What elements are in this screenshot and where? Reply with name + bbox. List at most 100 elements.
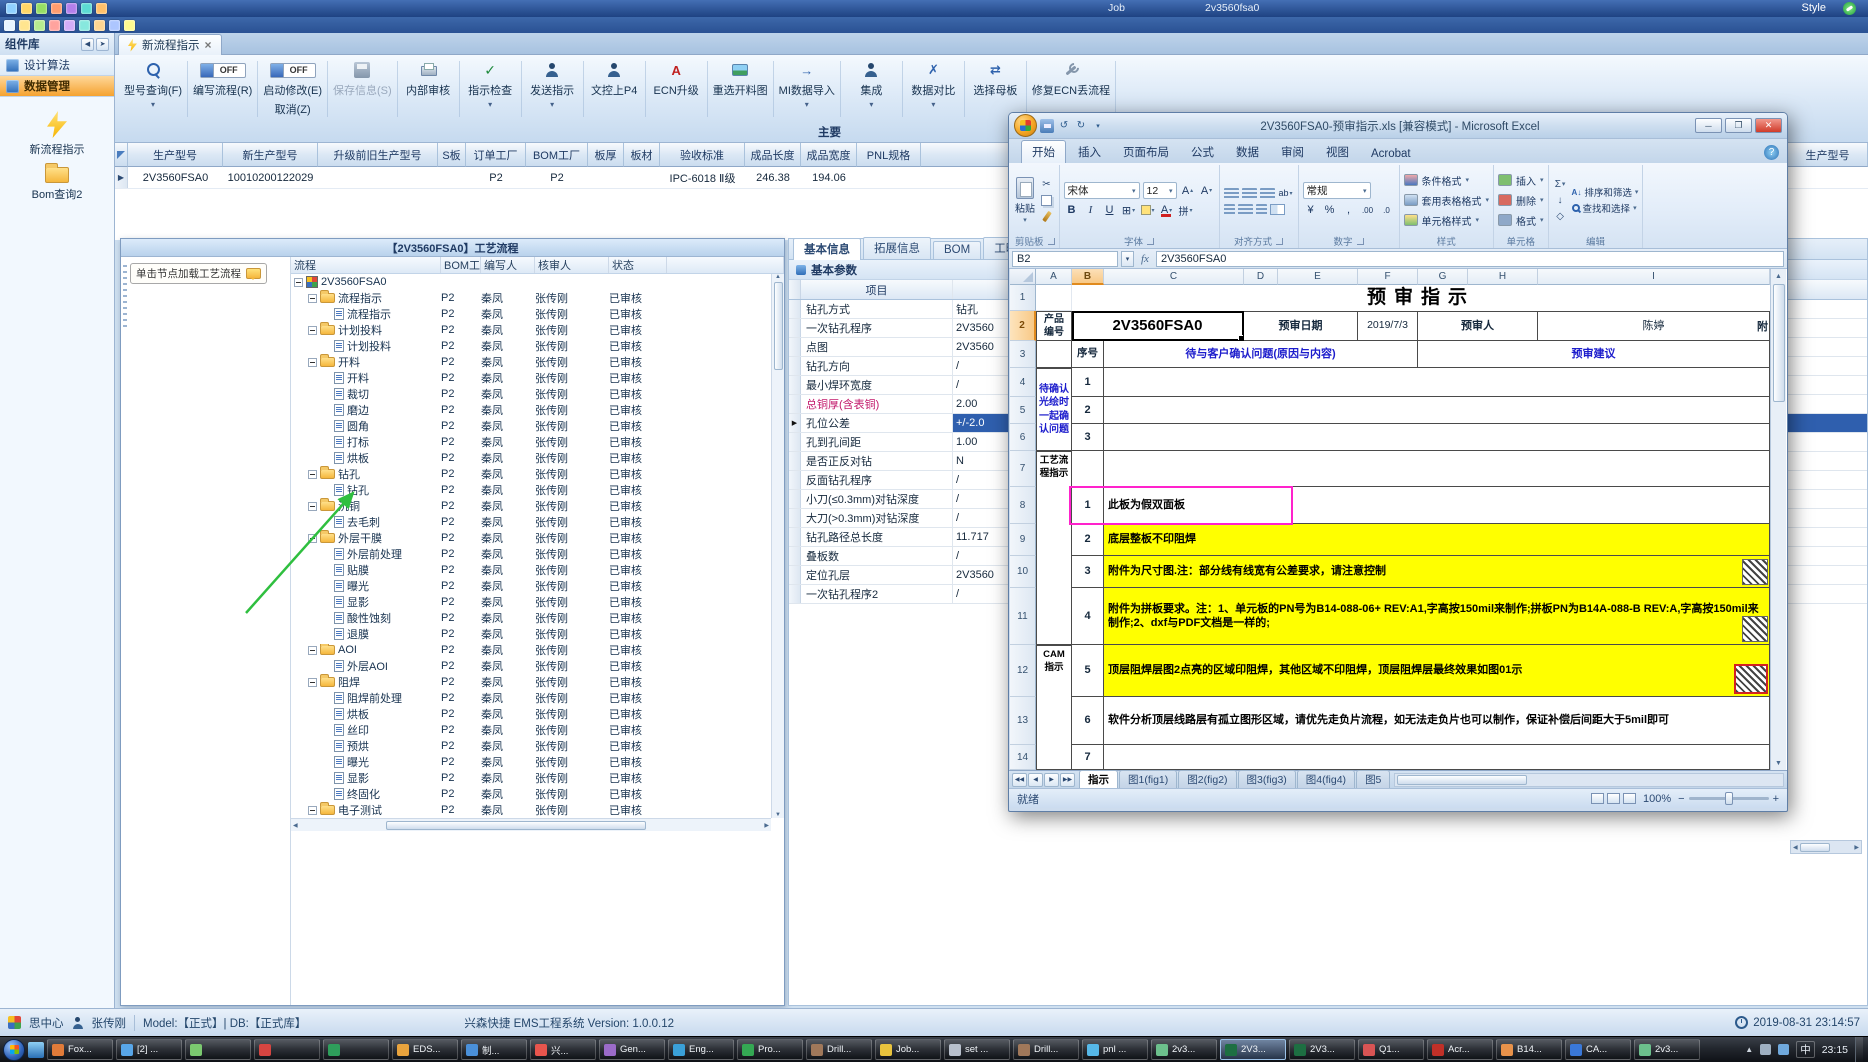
sidebar-section-1[interactable]: 设计算法 [0, 55, 114, 76]
sheet-cell[interactable] [1036, 285, 1072, 311]
grid-column-10[interactable]: 成品长度 [745, 143, 801, 167]
app-icon-6[interactable] [81, 3, 92, 14]
copy-icon[interactable] [1039, 193, 1054, 207]
taskbar-item-14[interactable]: set ... [944, 1039, 1010, 1060]
process-tree-row[interactable]: 显影 P2 秦凤 张传刚 已审核 [291, 594, 771, 610]
process-tree-row[interactable]: 沉铜 P2 秦凤 张传刚 已审核 [291, 498, 771, 514]
sheet-cell[interactable] [1104, 368, 1770, 397]
tray-expand-icon[interactable]: ▲ [1745, 1045, 1753, 1054]
taskbar-item-22[interactable]: B14... [1496, 1039, 1562, 1060]
tool-icon-8[interactable] [109, 19, 120, 31]
taskbar-item-7[interactable]: 制... [461, 1039, 527, 1060]
dialog-launcher-icon[interactable] [1356, 237, 1364, 245]
process-tree-row[interactable]: 预烘 P2 秦凤 张传刚 已审核 [291, 738, 771, 754]
scrollbar-thumb[interactable] [773, 282, 783, 370]
sheet-horizontal-scrollbar[interactable] [1394, 772, 1784, 787]
detail-tab-2[interactable]: 拓展信息 [863, 237, 931, 259]
grid-column-2[interactable]: 新生产型号 [223, 143, 318, 167]
sheet-tab-6[interactable]: 图5 [1356, 770, 1391, 789]
merge-center-icon[interactable] [1269, 204, 1285, 215]
row-header-12[interactable]: 12 [1010, 645, 1036, 697]
process-tree-row[interactable]: 2V3560FSA0 [291, 274, 771, 290]
cell-button-2[interactable]: 删除 ▾ [1498, 192, 1544, 209]
process-tree-row[interactable]: 磨边 P2 秦凤 张传刚 已审核 [291, 402, 771, 418]
dialog-launcher-icon[interactable] [1047, 237, 1055, 245]
process-tree-row[interactable]: 曝光 P2 秦凤 张传刚 已审核 [291, 578, 771, 594]
taskbar-item-9[interactable]: Gen... [599, 1039, 665, 1060]
detail-tab-3[interactable]: BOM [933, 241, 982, 259]
collapse-toggle-icon[interactable] [294, 277, 303, 287]
tool-icon-4[interactable] [49, 19, 60, 31]
bold-button[interactable]: B [1064, 202, 1080, 218]
scrollbar-thumb[interactable] [1799, 842, 1830, 852]
taskbar-item-19[interactable]: 2V3... [1289, 1039, 1355, 1060]
ribbon-tab-1[interactable]: 开始 [1021, 140, 1066, 163]
fx-icon[interactable]: fx [1137, 253, 1153, 265]
process-tree-row[interactable]: 烘板 P2 秦凤 张传刚 已审核 [291, 450, 771, 466]
find-select-button[interactable]: 查找和选择 ▾ [1571, 201, 1639, 215]
toolbar-button-5[interactable]: 内部审核 [398, 61, 460, 117]
toolbar-button-10[interactable]: 重选开料图 [708, 61, 774, 117]
sheet-cell[interactable] [1104, 424, 1770, 451]
instruction-text[interactable]: 此板为假双面板 [1104, 487, 1770, 524]
toolbar-button-1[interactable]: 型号查询(F) ▾ [119, 61, 189, 117]
taskbar-item-8[interactable]: 兴... [530, 1039, 596, 1060]
align-center-icon[interactable] [1237, 204, 1253, 215]
prev-sheet-icon[interactable]: ◀ [1028, 772, 1043, 787]
sheet-cell[interactable] [1104, 397, 1770, 424]
instruction-number[interactable]: 4 [1072, 588, 1104, 645]
row-header-3[interactable]: 3 [1010, 341, 1036, 368]
process-tree-row[interactable]: 开料 P2 秦凤 张传刚 已审核 [291, 370, 771, 386]
process-tree-row[interactable]: 显影 P2 秦凤 张传刚 已审核 [291, 770, 771, 786]
row-header-4[interactable]: 4 [1010, 368, 1036, 397]
restore-button[interactable]: ❐ [1725, 118, 1752, 133]
tool-icon-9[interactable] [124, 19, 135, 31]
instruction-text[interactable]: 附件为尺寸图.注：部分线有线宽有公差要求，请注意控制 [1104, 556, 1770, 588]
instruction-text[interactable]: 附件为拼板要求。注：1、单元板的PN号为B14-088-06+ REV:A1,字… [1104, 588, 1770, 645]
scroll-up-icon[interactable]: ▲ [1775, 269, 1782, 283]
process-tree-row[interactable]: 阻焊 P2 秦凤 张传刚 已审核 [291, 674, 771, 690]
instruction-text[interactable]: 顶层阻焊层图2点亮的区域印阻焊，其他区域不印阻焊，顶层阻焊层最终效果如图01示 [1104, 645, 1770, 697]
process-tree-row[interactable]: 外层干膜 P2 秦凤 张传刚 已审核 [291, 530, 771, 546]
instruction-number[interactable]: 1 [1072, 487, 1104, 524]
taskbar-item-3[interactable] [185, 1039, 251, 1060]
app-icon-7[interactable] [96, 3, 107, 14]
office-button[interactable] [1014, 114, 1037, 137]
name-box[interactable]: B2 [1012, 250, 1118, 267]
qat-dropdown-icon[interactable]: ▾ [1091, 119, 1105, 133]
scrollbar-thumb[interactable] [1397, 774, 1528, 785]
taskbar-item-2[interactable]: [2] ... [116, 1039, 182, 1060]
save-icon[interactable] [1040, 118, 1054, 133]
grid-column-7[interactable]: 板厚 [588, 143, 624, 167]
column-header-I[interactable]: I [1538, 269, 1770, 285]
process-tree-row[interactable]: 烘板 P2 秦凤 张传刚 已审核 [291, 706, 771, 722]
font-size-select[interactable]: 12 ▾ [1142, 182, 1177, 199]
orientation-icon[interactable]: ab ▾ [1278, 185, 1294, 201]
process-tree-row[interactable]: 计划投料 P2 秦凤 张传刚 已审核 [291, 338, 771, 354]
fill-icon[interactable]: ↓ [1553, 193, 1568, 207]
style-button-2[interactable]: 套用表格格式 ▾ [1403, 192, 1489, 209]
undo-icon[interactable]: ↺ [1057, 119, 1071, 133]
sheet-vertical-scrollbar[interactable]: ▲ ▼ [1770, 269, 1786, 770]
help-icon[interactable]: ? [1764, 145, 1779, 160]
tree-column-1[interactable]: 流程 [291, 257, 441, 273]
collapse-toggle-icon[interactable] [308, 677, 317, 687]
grid-column-far-right[interactable]: 生产型号 [1788, 143, 1868, 167]
next-sheet-icon[interactable]: ▶ [1044, 772, 1059, 787]
align-left-icon[interactable] [1223, 204, 1235, 215]
grid-column-11[interactable]: 成品宽度 [801, 143, 857, 167]
decrease-decimal-icon[interactable]: .0 [1379, 202, 1395, 218]
cell-button-3[interactable]: 格式 ▾ [1498, 212, 1544, 229]
cut-icon[interactable]: ✂ [1039, 177, 1054, 191]
align-middle-icon[interactable] [1241, 187, 1257, 199]
clear-icon[interactable]: ◇ [1553, 209, 1568, 223]
tree-column-4[interactable]: 核审人 [535, 257, 609, 273]
column-header-E[interactable]: E [1278, 269, 1358, 285]
scrollbar-thumb[interactable] [1772, 284, 1785, 402]
process-tree-row[interactable]: 终固化 P2 秦凤 张传刚 已审核 [291, 786, 771, 802]
name-box-dropdown-icon[interactable]: ▾ [1121, 250, 1134, 267]
instruction-text[interactable] [1104, 745, 1770, 770]
sheet-rows[interactable]: 1 预审指示 2 产品编号 2V3560FSA0 预审日期 2019/7/3 预审人 陈婷 3 序号… [1010, 285, 1770, 770]
instruction-number[interactable]: 7 [1072, 745, 1104, 770]
instruction-number[interactable]: 3 [1072, 556, 1104, 588]
